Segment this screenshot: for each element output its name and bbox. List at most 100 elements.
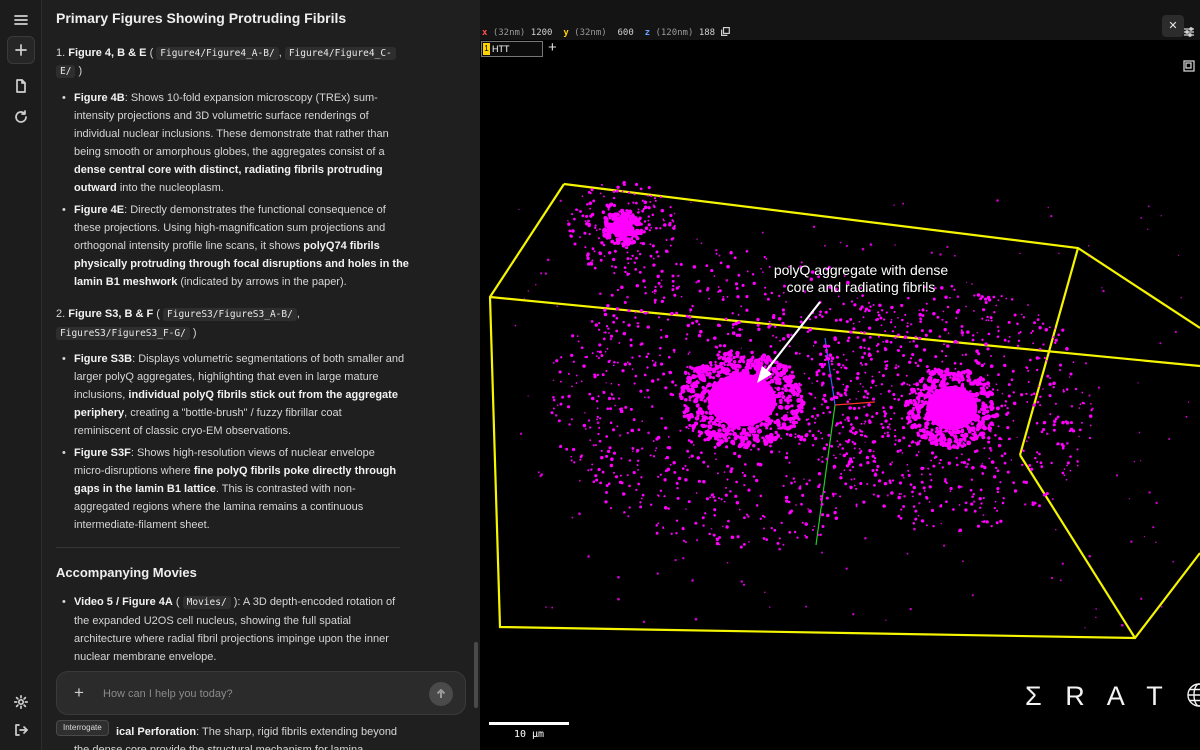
aggregate-point: [900, 303, 904, 308]
aggregate-point: [797, 434, 801, 438]
aggregate-point: [931, 385, 936, 389]
aggregate-point: [688, 423, 692, 427]
aggregate-point: [816, 380, 819, 383]
stray-point: [514, 324, 517, 327]
stray-point: [972, 500, 976, 503]
aggregate-point: [853, 442, 857, 446]
stray-point: [544, 272, 548, 275]
aggregate-point: [685, 337, 688, 340]
aggregate-point: [798, 352, 801, 355]
aggregate-point: [708, 375, 713, 379]
aggregate-point: [819, 352, 823, 356]
refresh-icon[interactable]: [7, 103, 35, 131]
aggregate-point: [559, 402, 563, 406]
aggregate-point: [1016, 322, 1019, 326]
aggregate-point: [733, 390, 739, 396]
aggregate-point: [787, 335, 790, 339]
aggregate-point: [746, 371, 750, 376]
aggregate-point: [931, 402, 937, 408]
stray-point: [803, 478, 805, 480]
logout-icon[interactable]: [7, 716, 35, 744]
aggregate-point: [966, 440, 972, 446]
new-chat-button[interactable]: [7, 36, 35, 64]
aggregate-point: [770, 402, 774, 406]
aggregate-point: [1078, 407, 1081, 409]
aggregate-point: [872, 450, 875, 453]
aggregate-point: [875, 344, 878, 347]
aggregate-point: [964, 508, 968, 512]
chat-input[interactable]: [103, 684, 413, 704]
send-button[interactable]: [429, 682, 453, 706]
aggregate-point: [911, 490, 914, 494]
aggregate-point: [945, 367, 950, 372]
aggregate-point: [617, 383, 620, 386]
stray-point: [778, 450, 781, 453]
stray-point: [763, 591, 766, 594]
stray-point: [695, 539, 699, 542]
text-span: reminiscent of classic cryo-EM observati…: [74, 425, 292, 437]
aggregate-point: [989, 316, 993, 320]
aggregate-point: [950, 412, 956, 418]
aggregate-point: [876, 494, 880, 498]
aggregate-point: [664, 426, 668, 430]
aggregate-point: [982, 497, 985, 500]
aggregate-point: [851, 440, 854, 444]
aggregate-point: [1069, 455, 1072, 458]
left-rail: [0, 0, 42, 750]
aggregate-point: [894, 443, 897, 446]
volume-viewer[interactable]: x (32nm) 1200 y (32nm) 600 z (120nm) 188…: [480, 0, 1200, 750]
aggregate-point: [603, 216, 608, 221]
aggregate-point: [682, 539, 686, 542]
aggregate-point: [685, 314, 689, 318]
arrow-shaft: [762, 301, 821, 376]
aggregate-point: [873, 457, 877, 460]
stray-point: [1146, 228, 1149, 231]
aggregate-point: [596, 407, 599, 410]
aggregate-point: [823, 358, 827, 362]
aggregate-point: [1061, 420, 1065, 425]
aggregate-point: [721, 298, 725, 301]
aggregate-point: [788, 531, 792, 534]
document-icon[interactable]: [7, 72, 35, 100]
gear-icon[interactable]: [7, 688, 35, 716]
aggregate-point: [606, 226, 610, 230]
aggregate-point: [632, 240, 635, 243]
aggregate-point: [900, 417, 904, 420]
aggregate-point: [964, 501, 968, 505]
chat-scrollbar[interactable]: [474, 642, 478, 708]
aggregate-point: [725, 486, 727, 489]
aggregate-point: [999, 481, 1002, 484]
aggregate-point: [695, 418, 698, 421]
aggregate-point: [982, 423, 985, 426]
aggregate-point: [819, 432, 822, 434]
aggregate-point: [774, 372, 777, 375]
aggregate-point: [604, 233, 607, 236]
attach-plus-icon[interactable]: +: [69, 683, 89, 703]
aggregate-point: [652, 455, 656, 458]
aggregate-point: [608, 332, 610, 334]
aggregate-point: [613, 272, 616, 275]
aggregate-point: [708, 297, 710, 300]
aggregate-point: [680, 295, 683, 298]
text-span: architecture where radial fibril project…: [74, 633, 389, 645]
aggregate-point: [757, 416, 762, 421]
aggregate-point: [808, 479, 811, 482]
aggregate-point: [891, 461, 894, 464]
aggregate-point: [685, 426, 688, 429]
aggregate-point: [924, 333, 928, 337]
stray-point: [552, 379, 555, 382]
annotation-label: polyQ aggregate with dense core and radi…: [773, 262, 949, 295]
menu-icon[interactable]: [7, 6, 35, 34]
aggregate-point: [809, 392, 813, 396]
aggregate-point: [919, 320, 922, 323]
aggregate-point: [914, 441, 917, 444]
aggregate-point: [697, 407, 703, 413]
aggregate-point: [692, 389, 696, 392]
aggregate-point: [588, 201, 593, 206]
stray-point: [614, 452, 617, 455]
aggregate-point: [659, 473, 662, 476]
aggregate-point: [806, 330, 810, 333]
aggregate-point: [755, 438, 761, 444]
aggregate-point: [1022, 316, 1026, 319]
aggregate-point: [587, 219, 590, 223]
